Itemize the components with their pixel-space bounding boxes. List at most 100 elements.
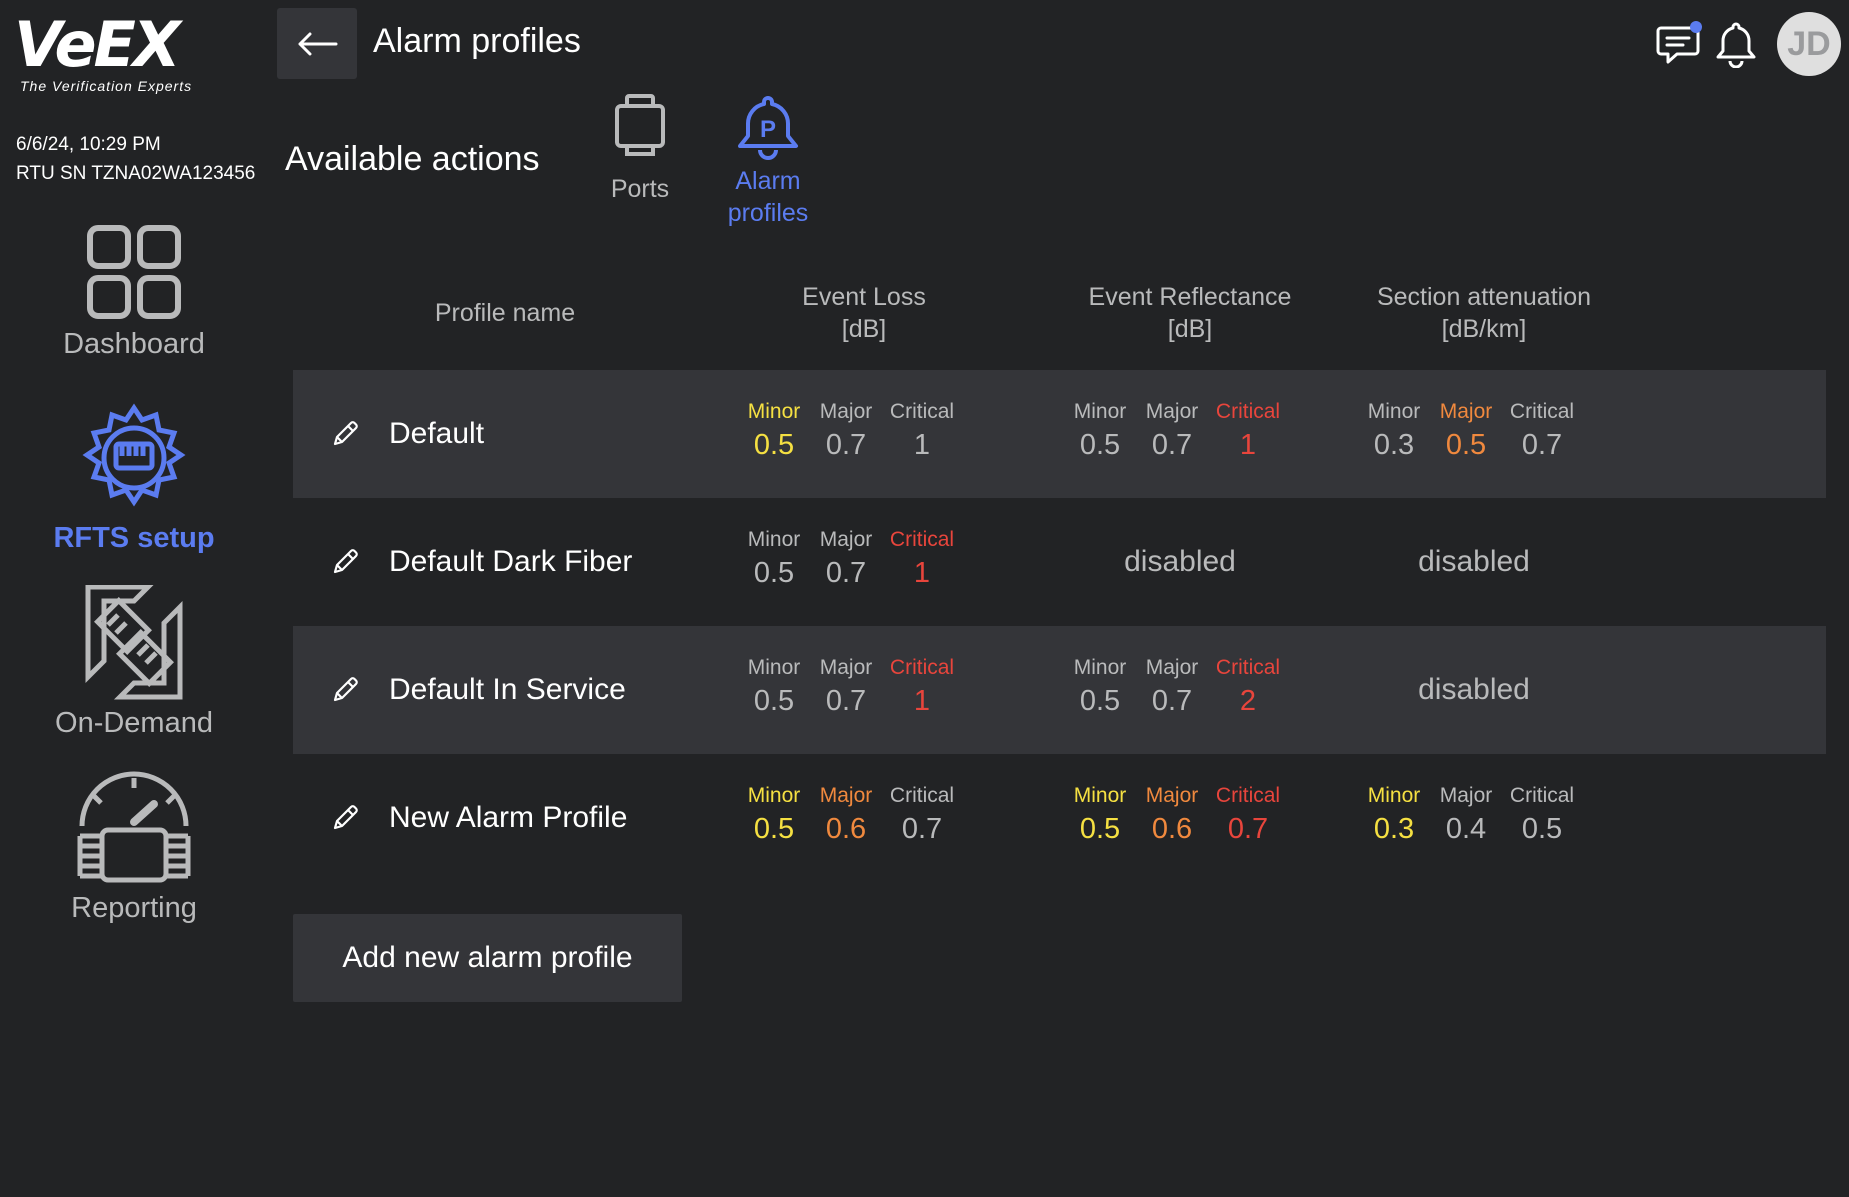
level-label-major: Major [819,784,873,807]
level-label-critical: Critical [1215,656,1281,679]
level-value-major: 0.6 [1151,813,1193,845]
level-value-critical: 0.5 [1521,813,1563,845]
profile-name: Default Dark Fiber [389,545,633,578]
threshold-minor: Minor 0.5 [734,782,814,848]
action-alarm-profiles[interactable]: P Alarm profiles [712,94,824,229]
level-value-minor: 0.5 [753,557,795,589]
header-section-attenuation-unit: [dB/km] [1441,315,1527,343]
threshold-minor: Minor 0.3 [1354,782,1434,848]
level-label-critical: Critical [1215,400,1281,423]
messages-button[interactable] [1655,20,1703,73]
threshold-critical: Critical 1 [882,398,962,464]
level-label-major: Major [819,400,873,423]
level-value-major: 0.7 [1151,429,1193,461]
level-label-minor: Minor [1073,400,1127,423]
threshold-major: Major 0.6 [806,782,886,848]
threshold-minor: Minor 0.5 [734,526,814,592]
level-value-major: 0.5 [1445,429,1487,461]
level-label-major: Major [1145,400,1199,423]
profile-name: Default In Service [389,673,626,706]
level-label-critical: Critical [1509,784,1575,807]
level-label-minor: Minor [747,656,801,679]
level-label-minor: Minor [1073,784,1127,807]
nav-on-demand[interactable]: On-Demand [20,585,248,740]
level-label-critical: Critical [889,656,955,679]
edit-pencil-icon[interactable] [331,674,361,709]
level-value-minor: 0.5 [753,685,795,717]
table-row: Default Minor 0.5 Major 0.7 Critical 1 Minor 0.5… [293,370,1826,498]
event-loss-thresholds: Minor 0.5 Major 0.6 Critical 0.7 [734,782,974,862]
threshold-critical: Critical 0.7 [1502,398,1582,464]
event-reflectance-disabled: disabled [1124,545,1236,578]
threshold-critical: Critical 0.7 [882,782,962,848]
nav-on-demand-label: On-Demand [55,707,213,739]
threshold-major: Major 0.7 [1132,398,1212,464]
event-loss-thresholds: Minor 0.5 Major 0.7 Critical 1 [734,654,974,734]
level-label-major: Major [1439,400,1493,423]
threshold-minor: Minor 0.5 [1060,782,1140,848]
threshold-minor: Minor 0.5 [1060,654,1140,720]
section-attenuation-disabled: disabled [1418,545,1530,578]
threshold-critical: Critical 1 [882,526,962,592]
threshold-minor: Minor 0.5 [734,654,814,720]
table-row: New Alarm Profile Minor 0.5 Major 0.6 Critica… [293,754,1826,882]
threshold-minor: Minor 0.5 [734,398,814,464]
level-value-minor: 0.5 [753,813,795,845]
level-label-critical: Critical [889,784,955,807]
edit-pencil-icon[interactable] [331,418,361,453]
level-value-critical: 1 [913,685,931,717]
profile-name: Default [389,417,485,450]
profile-name: New Alarm Profile [389,801,628,834]
threshold-minor: Minor 0.3 [1354,398,1434,464]
action-alarm-profiles-label-2: profiles [727,199,809,227]
threshold-critical: Critical 1 [882,654,962,720]
threshold-critical: Critical 1 [1208,398,1288,464]
table-row: Default Dark Fiber Minor 0.5 Major 0.7 Critic… [293,498,1826,626]
level-label-major: Major [819,528,873,551]
threshold-minor: Minor 0.5 [1060,398,1140,464]
edit-pencil-icon[interactable] [331,546,361,581]
threshold-critical: Critical 0.7 [1208,782,1288,848]
threshold-major: Major 0.7 [806,654,886,720]
gauge-icon [77,771,191,883]
back-button[interactable] [277,8,357,79]
level-value-minor: 0.5 [1079,685,1121,717]
threshold-critical: Critical 2 [1208,654,1288,720]
level-value-major: 0.7 [825,557,867,589]
nav-reporting-label: Reporting [71,892,197,924]
user-avatar[interactable]: JD [1777,12,1841,76]
notifications-button[interactable] [1714,20,1758,73]
add-alarm-profile-button[interactable]: Add new alarm profile [293,914,682,1002]
device-datetime: 6/6/24, 10:29 PM [16,134,161,155]
header-section-attenuation-title: Section attenuation [1376,283,1592,311]
threshold-major: Major 0.7 [806,398,886,464]
nav-dashboard-label: Dashboard [63,328,205,360]
threshold-major: Major 0.5 [1426,398,1506,464]
header-event-reflectance-unit: [dB] [1167,315,1213,343]
action-alarm-profiles-label-1: Alarm [735,167,801,195]
nav-reporting[interactable]: Reporting [20,770,248,925]
svg-text:P: P [760,116,776,143]
edit-pencil-icon[interactable] [331,802,361,837]
section-attenuation-thresholds: Minor 0.3 Major 0.5 Critical 0.7 [1354,398,1594,478]
level-label-minor: Minor [1073,656,1127,679]
arrow-left-icon [298,32,338,55]
nav-dashboard[interactable]: Dashboard [20,222,248,361]
logo-wordmark: VeEX [14,8,181,81]
chat-icon [1656,21,1702,64]
level-value-minor: 0.3 [1373,429,1415,461]
header-section-attenuation: Section attenuation [dB/km] [1344,281,1624,345]
level-label-major: Major [1439,784,1493,807]
level-value-critical: 0.7 [1227,813,1269,845]
header-event-reflectance: Event Reflectance [dB] [1050,281,1330,345]
level-value-minor: 0.5 [1079,813,1121,845]
header-profile-name: Profile name [434,299,576,327]
threshold-major: Major 0.4 [1426,782,1506,848]
level-value-minor: 0.5 [753,429,795,461]
nav-rfts-setup[interactable]: RFTS setup [20,400,248,555]
action-ports[interactable]: Ports [598,94,682,205]
level-value-critical: 1 [913,429,931,461]
alarm-profile-icon: P [738,96,798,160]
level-label-minor: Minor [747,528,801,551]
level-label-critical: Critical [1215,784,1281,807]
